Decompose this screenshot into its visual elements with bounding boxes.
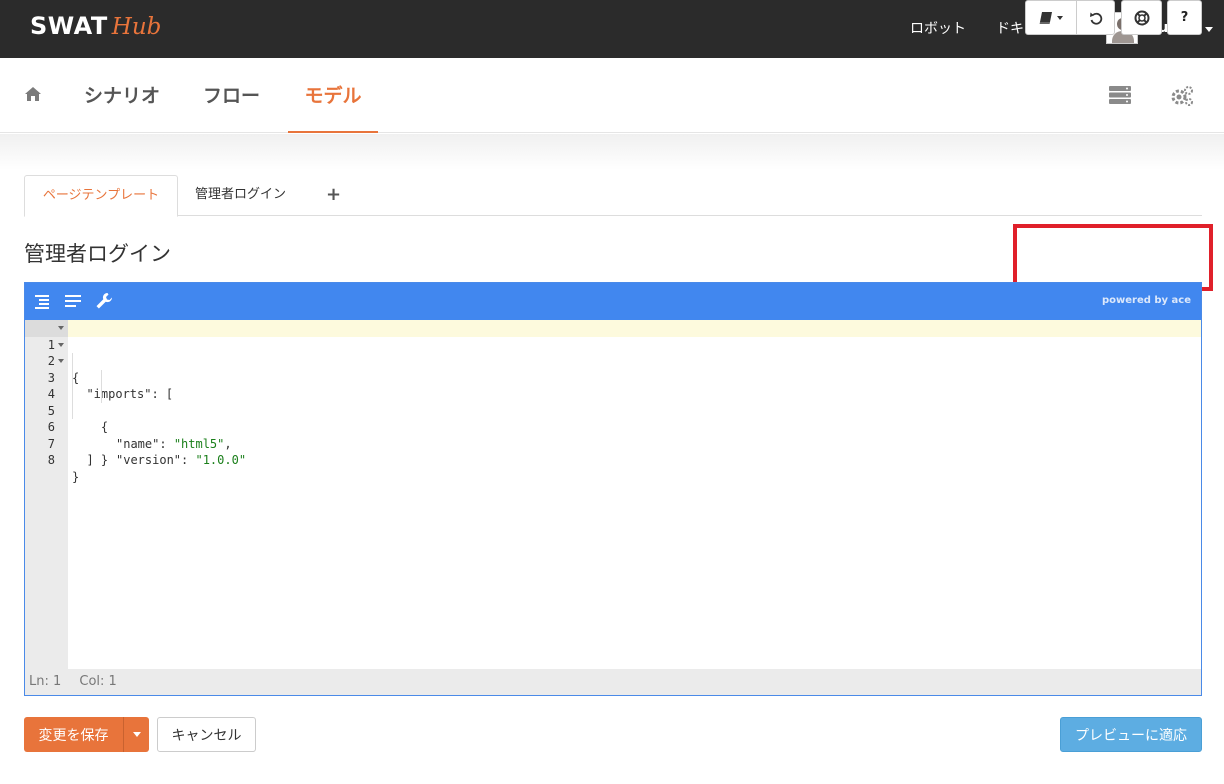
column-indicator: Col: 1 <box>79 674 117 689</box>
page-title: 管理者ログイン <box>24 242 171 266</box>
main-nav: シナリオ フロー モデル <box>0 58 1224 133</box>
code-line: 8 } <box>25 436 1201 484</box>
code-line: 3 { <box>25 353 1201 434</box>
help-button[interactable]: ? <box>1167 0 1202 35</box>
code-editor[interactable]: powered by ace 1 { 2 "imports": [ 3 { 4 … <box>24 282 1202 696</box>
tab-model[interactable]: モデル <box>288 58 378 133</box>
indent-icon[interactable] <box>33 292 51 310</box>
json-key: "version" <box>116 453 182 467</box>
logo-accent-text: Hub <box>111 14 162 40</box>
book-icon <box>1039 11 1052 24</box>
server-icon[interactable] <box>1109 86 1131 104</box>
logo[interactable]: SWAT Hub <box>30 12 161 42</box>
chevron-down-icon <box>1057 15 1063 20</box>
fold-icon[interactable] <box>58 342 64 347</box>
editor-status-bar: Ln: 1 Col: 1 <box>25 669 1201 695</box>
gear-icon[interactable] <box>1170 85 1194 107</box>
home-icon[interactable] <box>24 86 42 102</box>
section-divider <box>0 134 1224 170</box>
code-content[interactable]: 1 { 2 "imports": [ 3 { 4 "name": "html5"… <box>25 320 1201 484</box>
snippet-dropdown-button[interactable] <box>1025 0 1077 35</box>
code-text: "version": "1.0.0" <box>116 453 247 467</box>
indent-guide <box>101 386 102 403</box>
chevron-down-icon <box>132 732 141 737</box>
nav-link-robot[interactable]: ロボット <box>910 0 966 58</box>
fold-icon[interactable] <box>58 326 64 330</box>
tab-page-template[interactable]: ページテンプレート <box>24 175 178 217</box>
highlight-box <box>1013 224 1213 291</box>
chevron-down-icon <box>1204 26 1213 32</box>
indent-guide <box>72 402 73 419</box>
code-line: 7 ] <box>25 419 1201 468</box>
powered-by-label: powered by ace <box>1101 295 1191 306</box>
undo-icon <box>1089 12 1102 25</box>
fold-icon[interactable] <box>58 359 64 363</box>
apply-preview-button[interactable]: プレビューに適応 <box>1060 717 1202 752</box>
lifebuoy-icon <box>1134 10 1149 25</box>
save-button[interactable]: 変更を保存 <box>24 717 123 752</box>
template-tabs: ページテンプレート 管理者ログイン + <box>24 175 1202 217</box>
json-string: "1.0.0" <box>195 453 247 467</box>
line-number: 8 <box>47 453 55 467</box>
logo-text: SWAT <box>30 12 108 40</box>
tab-flow[interactable]: フロー <box>203 58 260 133</box>
format-lines-icon[interactable] <box>64 292 82 310</box>
line-indicator: Ln: 1 <box>29 674 62 689</box>
save-dropdown-button[interactable] <box>123 717 149 752</box>
editor-toolbar: powered by ace <box>25 283 1201 320</box>
code-text: } <box>72 469 80 484</box>
code-line: 5 "version": "1.0.0" <box>25 386 1201 467</box>
code-line: 2 "imports": [ <box>25 337 1201 401</box>
indent-guide <box>72 386 73 403</box>
code-line: 6 } <box>25 402 1201 467</box>
code-line: 1 { <box>25 320 1201 385</box>
tab-admin-login[interactable]: 管理者ログイン <box>179 175 302 216</box>
cancel-button[interactable]: キャンセル <box>157 717 256 752</box>
undo-button[interactable] <box>1076 0 1115 35</box>
code-line: 4 "name": "html5", <box>25 369 1201 451</box>
support-button[interactable] <box>1121 0 1162 35</box>
add-tab-button[interactable]: + <box>310 175 357 216</box>
indent-guide <box>101 369 102 386</box>
wrench-icon[interactable] <box>95 292 113 310</box>
code-text: ] <box>72 453 94 467</box>
indent-guide <box>72 353 73 370</box>
indent-guide <box>72 369 73 386</box>
tab-scenario[interactable]: シナリオ <box>84 58 160 133</box>
